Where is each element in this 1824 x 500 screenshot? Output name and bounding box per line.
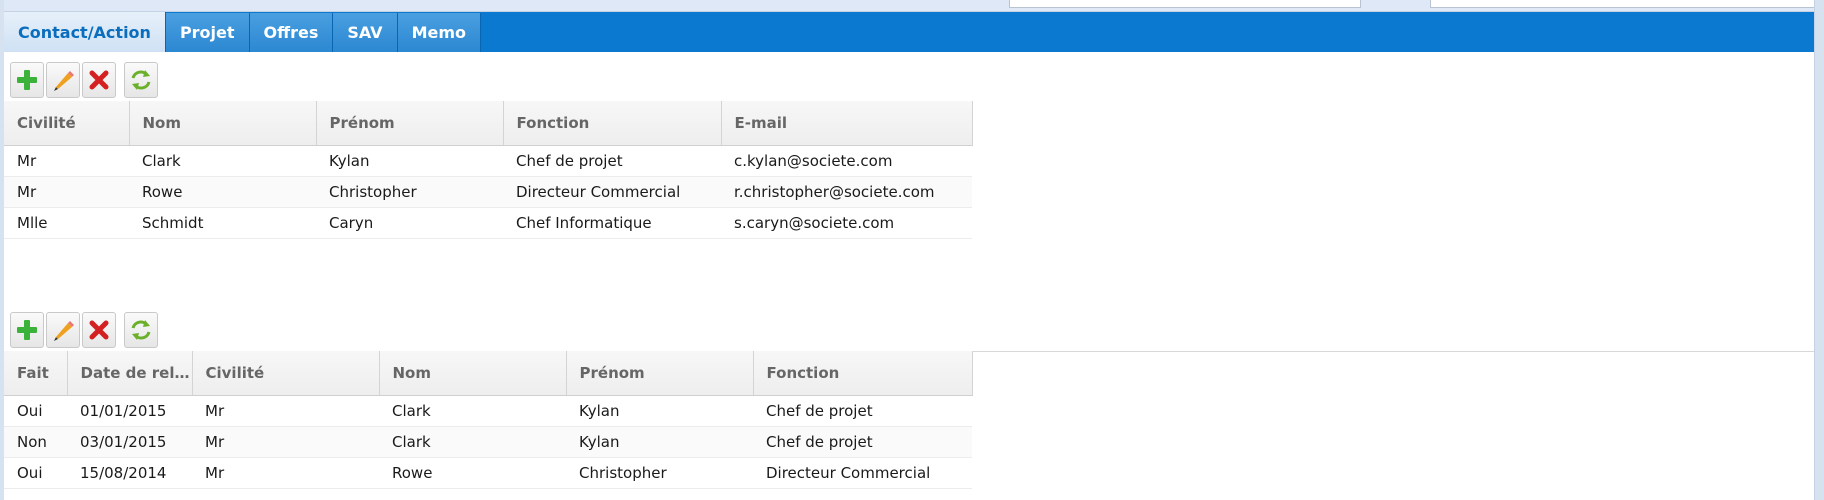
column-header[interactable]: Prénom xyxy=(566,351,754,396)
edit-icon xyxy=(54,320,74,341)
contacts-grid: Civilité Nom Prénom Fonction E-mail Mr C… xyxy=(4,101,973,239)
cell: Schmidt xyxy=(129,207,316,239)
cell: Chef Informatique xyxy=(503,207,721,239)
delete-contact-button[interactable] xyxy=(82,61,116,98)
column-header[interactable]: Fait xyxy=(4,351,68,396)
tab-sav[interactable]: SAV xyxy=(333,13,398,52)
tab-projet[interactable]: Projet xyxy=(165,13,250,52)
cell: Clark xyxy=(379,426,566,458)
cell: Rowe xyxy=(129,176,316,208)
cell: Caryn xyxy=(316,207,503,239)
cell: Oui xyxy=(4,395,67,427)
refresh-icon xyxy=(131,69,151,90)
top-input-right[interactable] xyxy=(1430,0,1817,8)
cell: Kylan xyxy=(566,395,753,427)
cell: Chef de projet xyxy=(753,395,972,427)
cell: Oui xyxy=(4,457,67,489)
column-header[interactable]: Civilité xyxy=(192,351,380,396)
contacts-toolbar xyxy=(4,58,1814,102)
tab-offres[interactable]: Offres xyxy=(249,13,334,52)
cell: c.kylan@societe.com xyxy=(721,145,972,177)
refresh-contacts-button[interactable] xyxy=(124,61,158,98)
tab-memo[interactable]: Memo xyxy=(397,13,481,52)
edit-contact-button[interactable] xyxy=(46,61,80,98)
top-input-left[interactable] xyxy=(1009,0,1361,8)
table-row[interactable]: Mr Clark Kylan Chef de projet c.kylan@so… xyxy=(4,145,972,177)
add-action-button[interactable] xyxy=(10,311,44,348)
add-icon xyxy=(17,69,37,90)
vertical-scrollbar[interactable] xyxy=(1814,0,1824,500)
cell: r.christopher@societe.com xyxy=(721,176,972,208)
column-header[interactable]: Prénom xyxy=(316,101,504,146)
edit-icon xyxy=(54,70,74,91)
column-header[interactable]: Nom xyxy=(129,101,317,146)
contacts-header-empty xyxy=(972,101,1814,145)
cell: s.caryn@societe.com xyxy=(721,207,972,239)
cell: Chef de projet xyxy=(753,426,972,458)
column-header[interactable]: E-mail xyxy=(721,101,973,146)
cell: Chef de projet xyxy=(503,145,721,177)
cell: Clark xyxy=(379,395,566,427)
cell: Mr xyxy=(192,395,379,427)
cell: Mr xyxy=(192,426,379,458)
cell: 15/08/2014 xyxy=(67,457,192,489)
cell: Mr xyxy=(4,176,129,208)
cell: 01/01/2015 xyxy=(67,395,192,427)
cell: Rowe xyxy=(379,457,566,489)
cell: Non xyxy=(4,426,67,458)
column-header[interactable]: Fonction xyxy=(753,351,973,396)
cell: Directeur Commercial xyxy=(503,176,721,208)
column-header[interactable]: Civilité xyxy=(4,101,130,146)
cell: Christopher xyxy=(566,457,753,489)
column-header[interactable]: Nom xyxy=(379,351,567,396)
edit-action-button[interactable] xyxy=(46,311,80,348)
actions-grid: Fait Date de rel... Civilité Nom Prénom … xyxy=(4,351,973,489)
actions-header-row: Fait Date de rel... Civilité Nom Prénom … xyxy=(4,351,973,396)
cell: Directeur Commercial xyxy=(753,457,972,489)
add-contact-button[interactable] xyxy=(10,61,44,98)
delete-action-button[interactable] xyxy=(82,311,116,348)
table-row[interactable]: Mr Rowe Christopher Directeur Commercial… xyxy=(4,176,972,208)
add-icon xyxy=(17,319,37,340)
refresh-actions-button[interactable] xyxy=(124,311,158,348)
tab-bar: Contact/Action Projet Offres SAV Memo xyxy=(4,12,1814,52)
cell: Mr xyxy=(192,457,379,489)
cell: Mr xyxy=(4,145,129,177)
contacts-header-row: Civilité Nom Prénom Fonction E-mail xyxy=(4,101,973,146)
table-row[interactable]: Non 03/01/2015 Mr Clark Kylan Chef de pr… xyxy=(4,426,972,458)
delete-icon xyxy=(89,70,109,89)
table-row[interactable]: Mlle Schmidt Caryn Chef Informatique s.c… xyxy=(4,207,972,239)
cell: Kylan xyxy=(566,426,753,458)
cell: Christopher xyxy=(316,176,503,208)
tab-contact-action[interactable]: Contact/Action xyxy=(4,12,166,52)
top-strip xyxy=(0,0,1824,12)
actions-toolbar xyxy=(4,308,1814,352)
cell: Mlle xyxy=(4,207,129,239)
table-row[interactable]: Oui 15/08/2014 Mr Rowe Christopher Direc… xyxy=(4,457,972,489)
delete-icon xyxy=(89,320,109,339)
column-header[interactable]: Date de rel... xyxy=(67,351,193,396)
cell: Kylan xyxy=(316,145,503,177)
table-row[interactable]: Oui 01/01/2015 Mr Clark Kylan Chef de pr… xyxy=(4,395,972,427)
cell: 03/01/2015 xyxy=(67,426,192,458)
refresh-icon xyxy=(131,319,151,340)
column-header[interactable]: Fonction xyxy=(503,101,722,146)
cell: Clark xyxy=(129,145,316,177)
